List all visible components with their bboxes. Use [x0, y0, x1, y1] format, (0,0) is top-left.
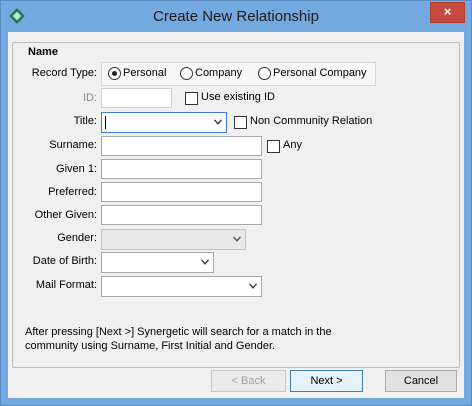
record-type-label: Record Type:	[31, 67, 97, 79]
text-caret	[105, 116, 106, 129]
chevron-down-icon[interactable]	[233, 236, 241, 242]
id-input[interactable]	[101, 88, 172, 108]
window-title: Create New Relationship	[153, 8, 319, 25]
non-community-label: Non Community Relation	[250, 115, 373, 127]
name-groupbox: Name Record Type: Personal Company Perso…	[12, 42, 460, 368]
title-combobox[interactable]	[101, 112, 227, 133]
given1-label: Given 1:	[56, 163, 97, 175]
next-button[interactable]: Next >	[290, 370, 363, 392]
preferred-label: Preferred:	[48, 186, 97, 198]
dialog-window: Create New Relationship × Name Record Ty…	[0, 0, 472, 406]
cancel-button[interactable]: Cancel	[385, 370, 457, 392]
info-text: After pressing [Next >] Synergetic will …	[25, 325, 445, 353]
any-box[interactable]	[267, 140, 280, 153]
surname-input[interactable]	[101, 136, 262, 156]
title-bar[interactable]: Create New Relationship ×	[1, 1, 471, 32]
gender-combobox[interactable]	[101, 229, 246, 250]
radio-personal-label: Personal	[123, 67, 167, 79]
dob-picker[interactable]	[101, 252, 214, 273]
given1-input[interactable]	[101, 159, 262, 179]
mail-format-label: Mail Format:	[35, 279, 97, 291]
any-label: Any	[283, 139, 302, 151]
radio-company-circle[interactable]	[180, 67, 193, 80]
radio-personal-company-label: Personal Company	[273, 67, 367, 79]
close-button[interactable]: ×	[430, 2, 465, 23]
chevron-down-icon[interactable]	[214, 119, 222, 125]
dialog-body: Name Record Type: Personal Company Perso…	[8, 32, 464, 398]
info-line-2: community using Surname, First Initial a…	[25, 340, 276, 352]
info-line-1: After pressing [Next >] Synergetic will …	[25, 326, 332, 338]
group-title: Name	[25, 46, 61, 58]
chevron-down-icon[interactable]	[249, 283, 257, 289]
dob-label: Date of Birth:	[32, 255, 97, 267]
title-label: Title:	[73, 115, 97, 127]
use-existing-id-label: Use existing ID	[201, 91, 275, 103]
radio-company-label: Company	[195, 67, 243, 79]
preferred-input[interactable]	[101, 182, 262, 202]
mail-format-combobox[interactable]	[101, 276, 262, 297]
use-existing-id-box[interactable]	[185, 92, 198, 105]
non-community-box[interactable]	[234, 116, 247, 129]
surname-label: Surname:	[49, 139, 97, 151]
gender-label: Gender:	[57, 232, 97, 244]
chevron-down-icon[interactable]	[201, 259, 209, 265]
radio-personal-circle[interactable]	[108, 67, 121, 80]
id-label: ID:	[82, 92, 97, 104]
record-type-radio-group: Personal Company Personal Company	[101, 62, 376, 86]
other-given-input[interactable]	[101, 205, 262, 225]
other-given-label: Other Given:	[34, 209, 97, 221]
radio-personal-company-circle[interactable]	[258, 67, 271, 80]
back-button[interactable]: < Back	[211, 370, 286, 392]
